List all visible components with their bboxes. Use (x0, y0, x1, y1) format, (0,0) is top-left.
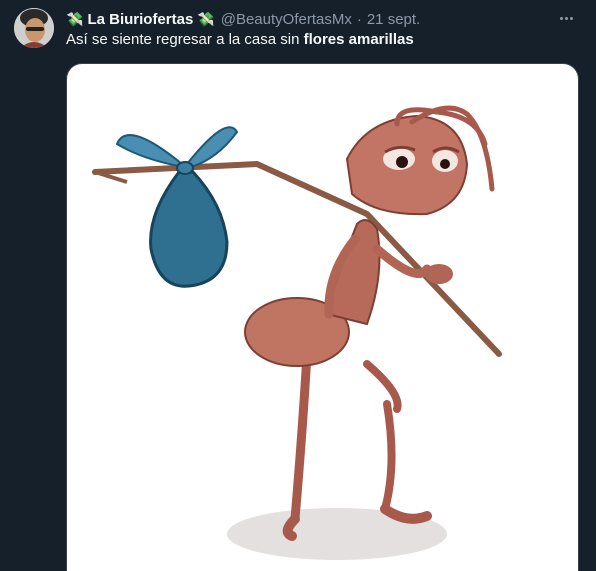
display-name-text: La Biuriofertas (87, 10, 194, 28)
avatar-image (14, 8, 54, 48)
avatar[interactable] (14, 8, 54, 48)
tweet-header: 💸 La Biuriofertas 💸 @BeautyOfertasMx · 2… (66, 9, 420, 29)
tweet-text-bold: flores amarillas (303, 31, 414, 48)
tweet-text-plain: Así se siente regresar a la casa sin (66, 31, 304, 48)
tweet-media-image[interactable] (66, 63, 579, 571)
money-emoji-icon: 💸 (66, 11, 84, 27)
separator-dot: · (356, 10, 362, 28)
tweet[interactable]: 💸 La Biuriofertas 💸 @BeautyOfertasMx · 2… (0, 0, 596, 571)
more-horizontal-icon[interactable] (556, 8, 576, 28)
user-handle[interactable]: @BeautyOfertasMx (221, 11, 352, 28)
tweet-date[interactable]: 21 sept. (367, 11, 420, 28)
sad-ant-bindle-illustration (92, 105, 502, 560)
money-emoji-icon: 💸 (197, 11, 215, 27)
tweet-text: Así se siente regresar a la casa sin flo… (66, 31, 414, 48)
display-name[interactable]: 💸 La Biuriofertas 💸 (66, 11, 215, 28)
